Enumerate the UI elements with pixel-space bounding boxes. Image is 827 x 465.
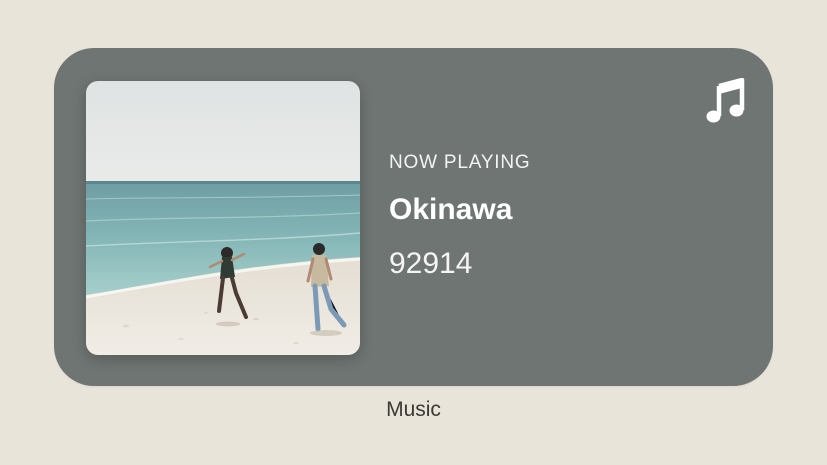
- widget-app-label: Music: [386, 398, 441, 421]
- now-playing-widget[interactable]: NOW PLAYING Okinawa 92914: [54, 48, 773, 386]
- music-note-icon: [705, 78, 745, 124]
- now-playing-label: NOW PLAYING: [389, 152, 531, 173]
- album-artwork-image: [86, 81, 360, 355]
- track-title: Okinawa: [389, 193, 513, 226]
- artist-name: 92914: [389, 247, 473, 280]
- album-artwork[interactable]: [86, 81, 360, 355]
